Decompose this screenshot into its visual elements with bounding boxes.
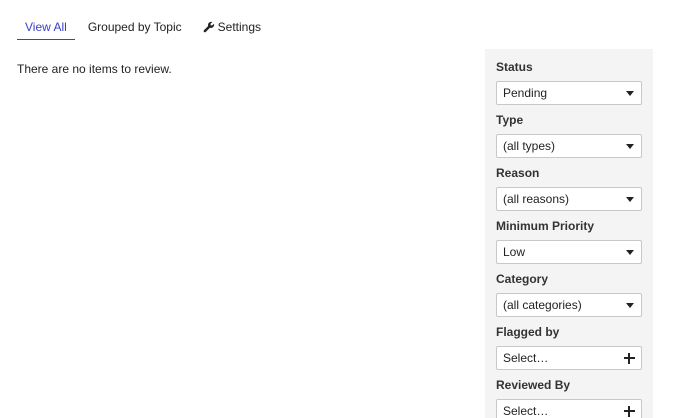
plus-icon: [624, 405, 635, 417]
tab-bar: View All Grouped by Topic Settings: [17, 14, 274, 40]
filter-priority-label: Minimum Priority: [496, 219, 595, 233]
filter-reviewed-by: Reviewed By Select…: [496, 378, 642, 418]
priority-select[interactable]: Low: [496, 240, 642, 264]
filter-status-label: Status: [496, 60, 533, 74]
caret-down-icon: [626, 196, 634, 202]
type-select-value: (all types): [503, 139, 556, 153]
reason-select-value: (all reasons): [503, 192, 570, 206]
tab-settings-label: Settings: [217, 20, 262, 34]
status-select-value: Pending: [503, 86, 548, 100]
filter-status: Status Pending: [496, 60, 642, 105]
reason-select[interactable]: (all reasons): [496, 187, 642, 211]
reviewed-by-picker-value: Select…: [503, 404, 549, 418]
filter-flagged-by-label: Flagged by: [496, 325, 560, 339]
filter-reviewed-by-label: Reviewed By: [496, 378, 571, 392]
tab-view-all-label: View All: [25, 20, 67, 34]
wrench-icon: [203, 21, 214, 33]
caret-down-icon: [626, 249, 634, 255]
type-select[interactable]: (all types): [496, 134, 642, 158]
priority-select-value: Low: [503, 245, 526, 259]
category-select-value: (all categories): [503, 298, 582, 312]
flagged-by-picker-value: Select…: [503, 351, 549, 365]
tab-grouped-by-topic-label: Grouped by Topic: [87, 20, 182, 34]
category-select[interactable]: (all categories): [496, 293, 642, 317]
filter-category: Category (all categories): [496, 272, 642, 317]
empty-state-message: There are no items to review.: [17, 62, 172, 76]
tab-grouped-by-topic[interactable]: Grouped by Topic: [80, 14, 190, 40]
filter-flagged-by: Flagged by Select…: [496, 325, 642, 370]
filter-type: Type (all types): [496, 113, 642, 158]
filter-type-label: Type: [496, 113, 524, 127]
caret-down-icon: [626, 90, 634, 96]
filter-priority: Minimum Priority Low: [496, 219, 642, 264]
status-select[interactable]: Pending: [496, 81, 642, 105]
flagged-by-picker[interactable]: Select…: [496, 346, 642, 370]
reviewed-by-picker[interactable]: Select…: [496, 399, 642, 418]
filter-reason: Reason (all reasons): [496, 166, 642, 211]
filter-category-label: Category: [496, 272, 549, 286]
plus-icon: [624, 352, 635, 364]
filter-sidebar: Status Pending Type (all types) Reason (…: [485, 49, 653, 418]
caret-down-icon: [626, 143, 634, 149]
filter-reason-label: Reason: [496, 166, 540, 180]
caret-down-icon: [626, 302, 634, 308]
tab-settings[interactable]: Settings: [195, 14, 269, 40]
tab-view-all[interactable]: View All: [17, 14, 75, 40]
